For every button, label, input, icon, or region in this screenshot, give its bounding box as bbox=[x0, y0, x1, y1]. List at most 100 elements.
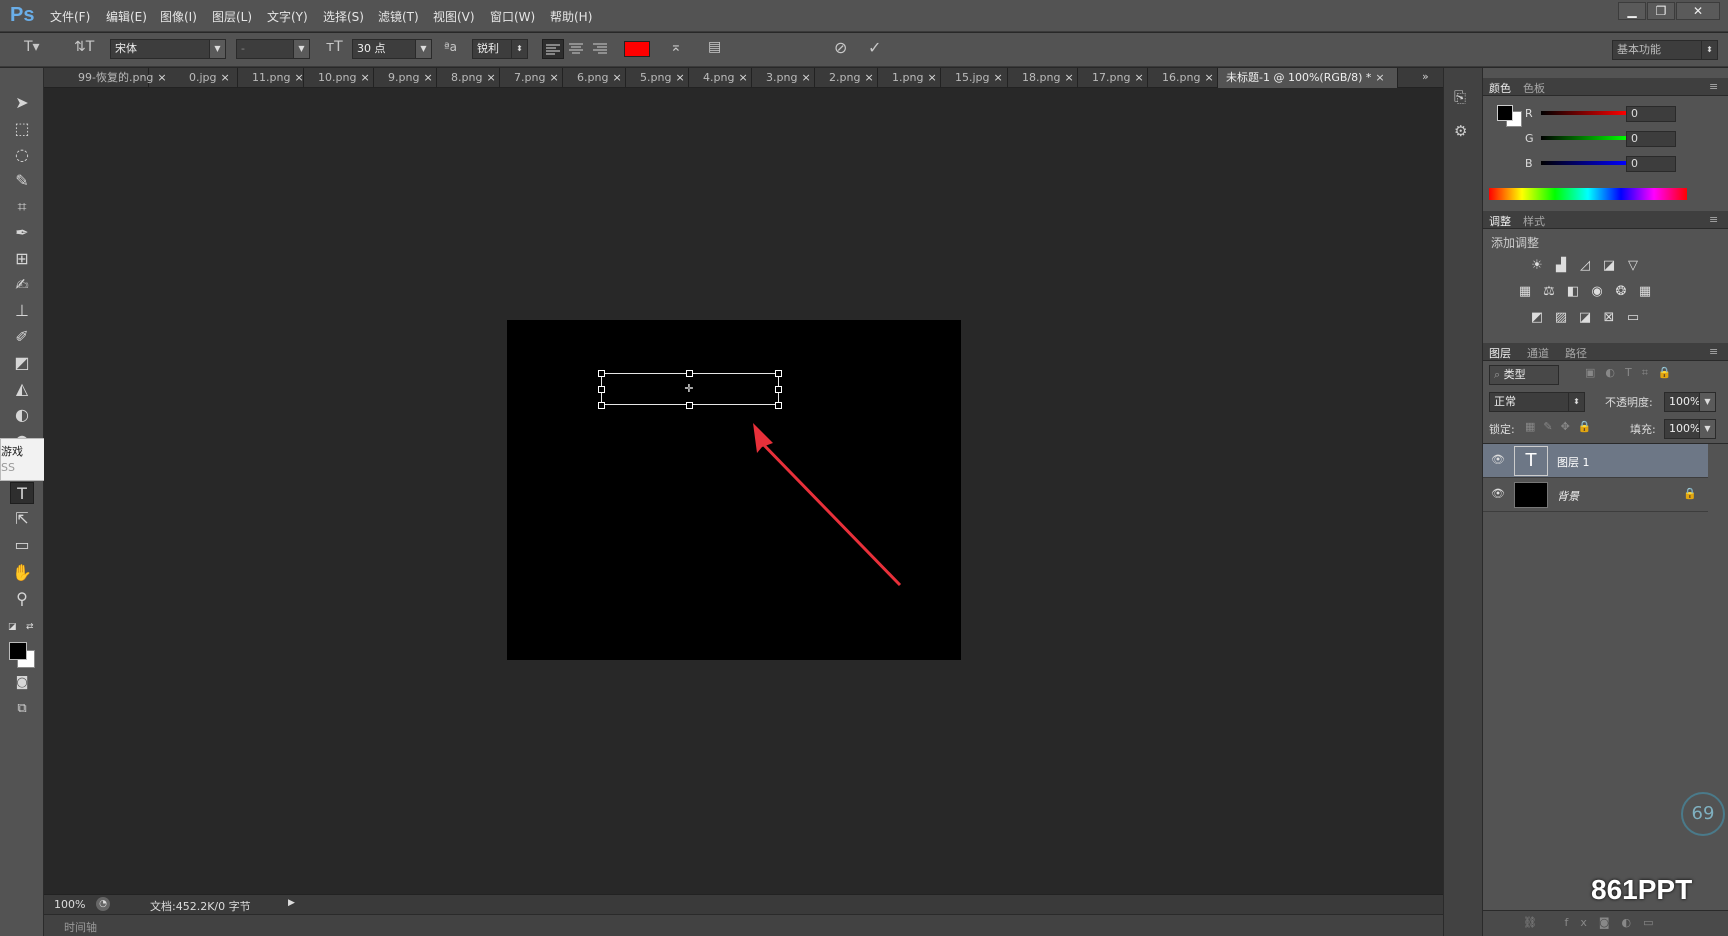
lock-options-icons[interactable]: ▦✎✥🔒 bbox=[1525, 420, 1600, 433]
close-icon[interactable]: × bbox=[157, 71, 166, 84]
close-icon[interactable]: × bbox=[1375, 71, 1384, 84]
channel-b-slider[interactable] bbox=[1541, 161, 1627, 165]
tab-7[interactable]: 7.png × bbox=[500, 68, 563, 88]
close-icon[interactable]: × bbox=[294, 71, 303, 84]
panel-menu-icon[interactable]: ≡ bbox=[1709, 213, 1718, 226]
blur-tool-icon[interactable]: ◐ bbox=[10, 404, 34, 426]
eraser-tool-icon[interactable]: ◩ bbox=[10, 352, 34, 374]
tab-99[interactable]: 99-恢复的.png × bbox=[52, 68, 167, 88]
layer-filter-select[interactable]: ⌕ 类型 bbox=[1489, 365, 1559, 385]
layer-name[interactable]: 背景 bbox=[1557, 488, 1579, 504]
channel-g-value[interactable]: 0 bbox=[1626, 131, 1676, 147]
tab-color[interactable]: 颜色 bbox=[1489, 80, 1511, 96]
close-icon[interactable]: × bbox=[675, 71, 684, 84]
close-icon[interactable]: × bbox=[549, 71, 558, 84]
tab-18[interactable]: 18.png × bbox=[1008, 68, 1078, 88]
black-white-icon[interactable]: ◧ bbox=[1564, 284, 1582, 300]
tab-paths[interactable]: 路径 bbox=[1565, 345, 1587, 361]
threshold-icon[interactable]: ◪ bbox=[1576, 310, 1594, 326]
opacity-field[interactable]: 100% ▼ bbox=[1664, 392, 1716, 412]
default-colors-icon[interactable]: ◪ bbox=[8, 622, 17, 632]
close-icon[interactable]: × bbox=[994, 71, 1003, 84]
tab-5[interactable]: 5.png × bbox=[626, 68, 689, 88]
menu-window[interactable]: 窗口(W) bbox=[490, 8, 535, 25]
close-icon[interactable]: × bbox=[927, 71, 936, 84]
layer-name[interactable]: 图层 1 bbox=[1557, 454, 1590, 470]
align-left-button[interactable] bbox=[542, 39, 564, 59]
layer-row-background[interactable]: 👁 背景 🔒 bbox=[1483, 478, 1708, 512]
quick-mask-icon[interactable]: ◙ bbox=[10, 672, 34, 694]
history-brush-tool-icon[interactable]: ✐ bbox=[10, 326, 34, 348]
cancel-edit-icon[interactable]: ⊘ bbox=[834, 38, 847, 57]
eyedropper-tool-icon[interactable]: ✒ bbox=[10, 222, 34, 244]
curves-icon[interactable]: ◿ bbox=[1576, 258, 1594, 274]
menu-file[interactable]: 文件(F) bbox=[50, 8, 90, 25]
type-tool-icon[interactable]: T bbox=[10, 482, 34, 504]
color-spectrum[interactable] bbox=[1489, 188, 1687, 200]
layer-actions-icons[interactable]: ⛓ fx◙◐▭ bbox=[1523, 916, 1666, 929]
path-selection-tool-icon[interactable]: ⇱ bbox=[10, 508, 34, 530]
document-canvas[interactable]: ✛ bbox=[507, 320, 961, 660]
menu-layer[interactable]: 图层(L) bbox=[212, 8, 252, 25]
eye-icon[interactable]: 👁 bbox=[1491, 487, 1505, 500]
history-icon[interactable]: ⎘ bbox=[1454, 88, 1466, 106]
type-tool-preset-icon[interactable]: T▾ bbox=[24, 39, 40, 55]
align-center-button[interactable] bbox=[566, 39, 588, 59]
quick-selection-tool-icon[interactable]: ✎ bbox=[10, 170, 34, 192]
minimize-button[interactable]: ▁ bbox=[1618, 2, 1646, 20]
zoom-tool-icon[interactable]: ⚲ bbox=[10, 588, 34, 610]
tab-4[interactable]: 4.png × bbox=[689, 68, 752, 88]
brightness-icon[interactable]: ☀ bbox=[1528, 258, 1546, 274]
menu-select[interactable]: 选择(S) bbox=[323, 8, 364, 25]
timeline-tab[interactable]: 时间轴 bbox=[64, 919, 97, 935]
panel-menu-icon[interactable]: ≡ bbox=[1709, 345, 1718, 358]
commit-edit-icon[interactable]: ✓ bbox=[868, 38, 881, 57]
tab-16[interactable]: 16.png × bbox=[1148, 68, 1218, 88]
channel-b-value[interactable]: 0 bbox=[1626, 156, 1676, 172]
panel-menu-icon[interactable]: ≡ bbox=[1709, 80, 1718, 93]
close-icon[interactable]: × bbox=[423, 71, 432, 84]
levels-icon[interactable]: ▟ bbox=[1552, 258, 1570, 274]
channel-mixer-icon[interactable]: ❂ bbox=[1612, 284, 1630, 300]
align-right-button[interactable] bbox=[590, 39, 612, 59]
tab-11[interactable]: 11.png × bbox=[238, 68, 304, 88]
menu-edit[interactable]: 编辑(E) bbox=[106, 8, 147, 25]
properties-icon[interactable]: ⚙ bbox=[1454, 122, 1467, 140]
screen-mode-icon[interactable]: ⧉ bbox=[10, 698, 34, 720]
tab-layers[interactable]: 图层 bbox=[1489, 345, 1511, 361]
channel-g-slider[interactable] bbox=[1541, 136, 1627, 140]
foreground-color-swatch[interactable] bbox=[9, 642, 27, 660]
menu-filter[interactable]: 滤镜(T) bbox=[378, 8, 419, 25]
tab-10[interactable]: 10.png × bbox=[304, 68, 374, 88]
tab-9[interactable]: 9.png × bbox=[374, 68, 437, 88]
text-orientation-icon[interactable]: ⇅T bbox=[74, 39, 94, 55]
tab-styles[interactable]: 样式 bbox=[1523, 213, 1545, 229]
fill-field[interactable]: 100% ▼ bbox=[1664, 419, 1716, 439]
clone-stamp-tool-icon[interactable]: ⊥ bbox=[10, 300, 34, 322]
tab-3[interactable]: 3.png × bbox=[752, 68, 815, 88]
tab-0[interactable]: 0.jpg × bbox=[175, 68, 238, 88]
tab-untitled-active[interactable]: 未标题-1 @ 100%(RGB/8) * × bbox=[1218, 68, 1398, 88]
antialias-select[interactable]: 锐利 ⬍ bbox=[472, 39, 528, 59]
close-button[interactable]: ✕ bbox=[1676, 2, 1720, 20]
rectangle-tool-icon[interactable]: ▭ bbox=[10, 534, 34, 556]
hand-tool-icon[interactable]: ✋ bbox=[10, 562, 34, 584]
layer-row-text[interactable]: 👁 T 图层 1 bbox=[1483, 444, 1708, 478]
menu-image[interactable]: 图像(I) bbox=[160, 8, 197, 25]
swap-colors-icon[interactable]: ⇄ bbox=[26, 622, 34, 632]
channel-r-value[interactable]: 0 bbox=[1626, 106, 1676, 122]
workspace-select[interactable]: 基本功能 ⬍ bbox=[1612, 40, 1718, 60]
color-lookup-icon[interactable]: ▦ bbox=[1636, 284, 1654, 300]
close-icon[interactable]: × bbox=[221, 71, 230, 84]
blend-mode-select[interactable]: 正常 ⬍ bbox=[1489, 392, 1585, 412]
restore-button[interactable]: ❐ bbox=[1647, 2, 1675, 20]
photo-filter-icon[interactable]: ◉ bbox=[1588, 284, 1606, 300]
status-info-icon[interactable]: ◔ bbox=[96, 897, 110, 911]
font-style-select[interactable]: - ▼ bbox=[236, 39, 310, 59]
exposure-icon[interactable]: ◪ bbox=[1600, 258, 1618, 274]
posterize-icon[interactable]: ▨ bbox=[1552, 310, 1570, 326]
invert-icon[interactable]: ◩ bbox=[1528, 310, 1546, 326]
close-icon[interactable]: × bbox=[801, 71, 810, 84]
eye-icon[interactable]: 👁 bbox=[1491, 453, 1505, 466]
close-icon[interactable]: × bbox=[612, 71, 621, 84]
